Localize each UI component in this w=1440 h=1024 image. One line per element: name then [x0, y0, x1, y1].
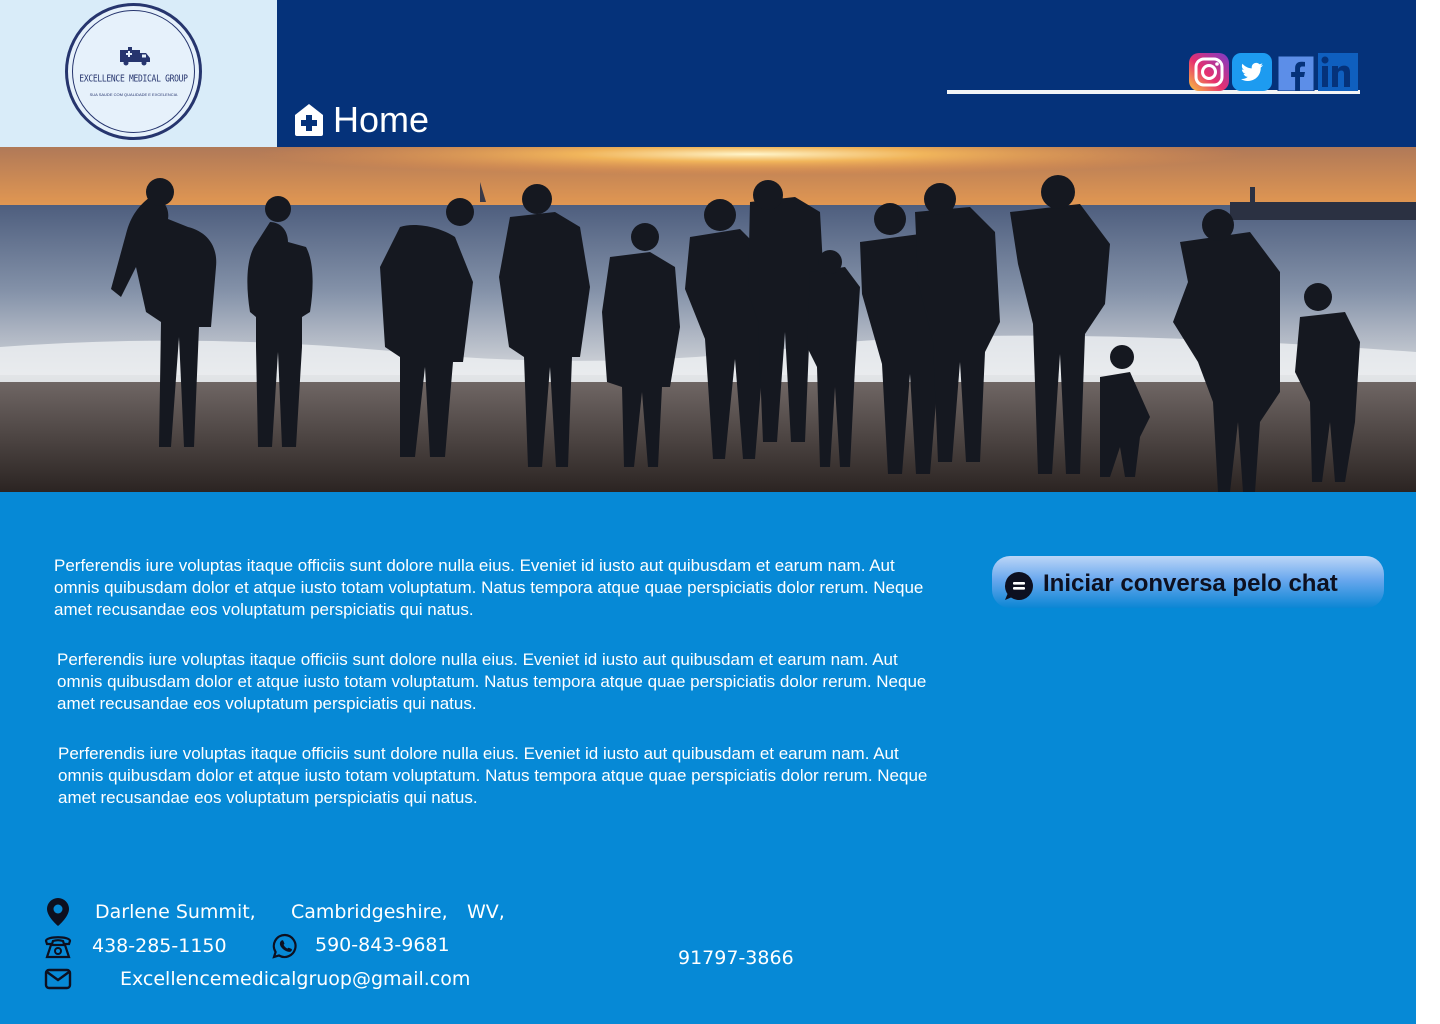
facebook-icon: [1277, 55, 1315, 92]
twitter-icon: [1232, 53, 1272, 91]
logo-name: EXCELLENCE MEDICAL GROUP: [79, 73, 188, 84]
ambulance-icon: [120, 47, 150, 66]
zip-code: 91797-3866: [678, 947, 794, 969]
logo[interactable]: EXCELLENCE MEDICAL GROUP SUA SAUDE COM Q…: [65, 3, 202, 140]
content-paragraph: Perferendis iure voluptas itaque officii…: [54, 556, 924, 619]
facebook-link[interactable]: [1276, 53, 1316, 92]
whatsapp-number[interactable]: 590-843-9681: [315, 934, 450, 956]
hero-image: [0, 147, 1416, 492]
linkedin-link[interactable]: [1318, 53, 1358, 91]
instagram-icon: [1189, 53, 1229, 91]
logo-tagline: SUA SAUDE COM QUALIDADE E EXCELENCIA: [89, 92, 178, 97]
logo-inner-ring: [72, 10, 195, 133]
email-link[interactable]: Excellencemedicalgruop@gmail.com: [120, 968, 470, 990]
twitter-link[interactable]: [1232, 53, 1272, 91]
nav-home-label: Home: [333, 99, 430, 140]
house-medical-icon: [295, 104, 323, 136]
instagram-link[interactable]: [1189, 53, 1229, 91]
mail-icon: [44, 968, 72, 990]
chat-button-label: Iniciar conversa pelo chat: [1043, 570, 1338, 597]
address-street: Darlene Summit,: [95, 901, 256, 923]
linkedin-icon: [1318, 53, 1358, 91]
address-state: WV,: [467, 901, 505, 923]
chat-bubble-icon: [1004, 572, 1033, 600]
address-city: Cambridgeshire,: [291, 901, 448, 923]
logo-panel: EXCELLENCE MEDICAL GROUP SUA SAUDE COM Q…: [0, 0, 277, 147]
content-paragraph: Perferendis iure voluptas itaque officii…: [58, 744, 928, 807]
location-pin-icon: [47, 898, 69, 926]
nav-home[interactable]: Home: [293, 99, 430, 140]
telephone-icon: [44, 936, 72, 959]
family-sunset-illustration: [0, 147, 1416, 492]
content-paragraph: Perferendis iure voluptas itaque officii…: [57, 650, 927, 713]
whatsapp-icon: [272, 933, 297, 959]
phone-number[interactable]: 438-285-1150: [92, 935, 227, 957]
